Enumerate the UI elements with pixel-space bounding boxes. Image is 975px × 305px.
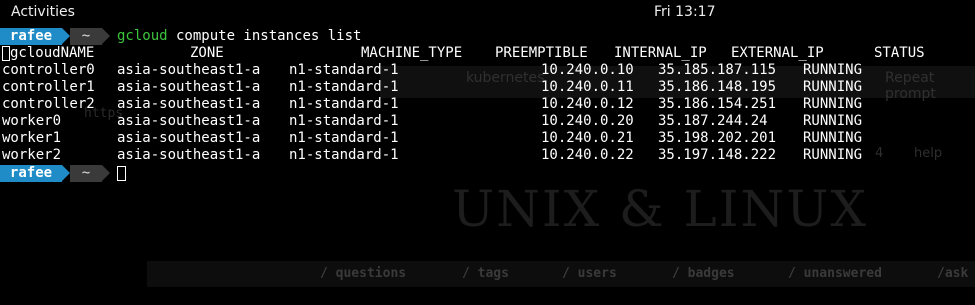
- cell-name: controller0: [2, 62, 95, 78]
- cell-name: controller1: [2, 79, 95, 95]
- cell-internal-ip: 10.240.0.12: [541, 96, 634, 112]
- command-word: gcloud: [117, 28, 168, 44]
- cell-name: worker0: [2, 113, 62, 129]
- table-header-row: gcloudNAME ZONE MACHINE_TYPE PREEMPTIBLE…: [0, 45, 925, 62]
- cell-machine-type: n1-standard-1: [289, 130, 399, 146]
- prompt-line-empty[interactable]: rafee ~: [0, 165, 975, 182]
- table-row: controller0 asia-southeast1-a n1-standar…: [0, 62, 862, 79]
- clock[interactable]: Fri 13:17: [654, 4, 715, 20]
- prompt-dir: ~: [70, 28, 102, 45]
- cell-name: worker2: [2, 147, 62, 163]
- prompt-user: rafee: [0, 165, 62, 182]
- table-row: worker2 asia-southeast1-a n1-standard-1 …: [0, 147, 862, 164]
- prompt-user-arrow-icon: [62, 28, 70, 44]
- cell-name: worker1: [2, 130, 62, 146]
- header-name: gcloudNAME: [10, 45, 95, 61]
- cell-zone: asia-southeast1-a: [117, 130, 261, 146]
- prompt-line-command: rafee ~ gcloud compute instances list: [0, 28, 361, 45]
- cell-status: RUNNING: [803, 62, 863, 78]
- prompt-dir-arrow-icon: [102, 165, 110, 181]
- prompt-dir-arrow-icon: [102, 28, 110, 44]
- cell-internal-ip: 10.240.0.10: [541, 62, 634, 78]
- cell-machine-type: n1-standard-1: [289, 96, 399, 112]
- table-row: controller2 asia-southeast1-a n1-standar…: [0, 96, 862, 113]
- cell-status: RUNNING: [803, 113, 863, 129]
- header-internal-ip: INTERNAL_IP: [614, 45, 707, 61]
- cell-machine-type: n1-standard-1: [289, 113, 399, 129]
- cell-status: RUNNING: [803, 147, 863, 163]
- cell-zone: asia-southeast1-a: [117, 113, 261, 129]
- cell-machine-type: n1-standard-1: [289, 62, 399, 78]
- cell-external-ip: 35.197.148.222: [658, 147, 777, 163]
- cell-machine-type: n1-standard-1: [289, 79, 399, 95]
- prompt-user-arrow-icon: [62, 165, 70, 181]
- command-text: gcloud compute instances list: [117, 28, 361, 45]
- header-machine-type: MACHINE_TYPE: [361, 45, 463, 61]
- terminal[interactable]: rafee ~ gcloud compute instances list gc…: [0, 28, 975, 305]
- header-zone: ZONE: [190, 45, 224, 61]
- cell-external-ip: 35.185.187.115: [658, 62, 777, 78]
- prompt-dir: ~: [70, 165, 102, 182]
- cell-zone: asia-southeast1-a: [117, 62, 261, 78]
- terminal-cursor[interactable]: [117, 166, 126, 181]
- table-row: controller1 asia-southeast1-a n1-standar…: [0, 79, 862, 96]
- cell-internal-ip: 10.240.0.22: [541, 147, 634, 163]
- cell-external-ip: 35.187.244.24: [658, 113, 768, 129]
- cell-zone: asia-southeast1-a: [117, 96, 261, 112]
- cell-name: controller2: [2, 96, 95, 112]
- top-bar: Activities Fri 13:17: [0, 0, 975, 26]
- cell-status: RUNNING: [803, 130, 863, 146]
- cell-external-ip: 35.186.154.251: [658, 96, 777, 112]
- replacement-glyph-icon: [2, 46, 10, 61]
- table-row: worker0 asia-southeast1-a n1-standard-1 …: [0, 113, 862, 130]
- header-external-ip: EXTERNAL_IP: [731, 45, 824, 61]
- table-row: worker1 asia-southeast1-a n1-standard-1 …: [0, 130, 862, 147]
- cell-internal-ip: 10.240.0.11: [541, 79, 634, 95]
- cell-status: RUNNING: [803, 79, 863, 95]
- cell-status: RUNNING: [803, 96, 863, 112]
- cell-internal-ip: 10.240.0.20: [541, 113, 634, 129]
- cell-machine-type: n1-standard-1: [289, 147, 399, 163]
- cell-internal-ip: 10.240.0.21: [541, 130, 634, 146]
- prompt-user: rafee: [0, 28, 62, 45]
- cell-zone: asia-southeast1-a: [117, 147, 261, 163]
- cell-external-ip: 35.186.148.195: [658, 79, 777, 95]
- activities-button[interactable]: Activities: [11, 4, 75, 20]
- cell-external-ip: 35.198.202.201: [658, 130, 777, 146]
- cell-zone: asia-southeast1-a: [117, 79, 261, 95]
- header-preemptible: PREEMPTIBLE: [495, 45, 588, 61]
- header-status: STATUS: [874, 45, 925, 61]
- command-args: compute instances list: [167, 28, 362, 44]
